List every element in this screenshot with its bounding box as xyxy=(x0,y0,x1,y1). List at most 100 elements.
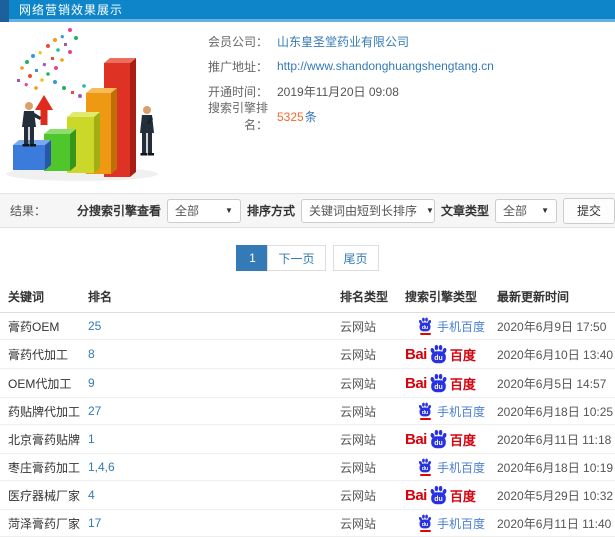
mobile-baidu-label: 手机百度 xyxy=(437,516,486,531)
rank-count-number: 5325 xyxy=(277,109,304,124)
rank-link[interactable]: 9 xyxy=(88,376,95,390)
info-row-site: 推广地址： http://www.shandonghuangshengtang.… xyxy=(190,58,615,74)
updated-cell: 2020年5月29日 10:32 xyxy=(489,480,615,510)
rank-count-unit-link[interactable]: 条 xyxy=(305,110,317,124)
baidu-paw-icon: du xyxy=(430,373,447,393)
keyword-cell: 医疗器械厂家 xyxy=(0,480,80,510)
rank-cell: 27 xyxy=(80,397,332,425)
mobile-baidu-underline xyxy=(419,530,431,532)
rank-link[interactable]: 1,4,6 xyxy=(88,460,115,474)
updated-cell: 2020年6月10日 13:40 xyxy=(489,339,615,369)
mobile-baidu-label: 手机百度 xyxy=(437,319,486,334)
last-page-button[interactable]: 尾页 xyxy=(332,245,379,271)
submit-button[interactable]: 提交 xyxy=(562,197,615,224)
table-body: 膏药OEM 25 云网站 Bai du 百度 xyxy=(0,312,615,537)
sort-select[interactable]: 关键词由短到长排序 ▼ xyxy=(300,198,435,223)
mobile-baidu-logo: du 手机百度 xyxy=(418,402,485,420)
rank-link[interactable]: 1 xyxy=(88,432,95,446)
mobile-baidu-underline xyxy=(419,418,431,420)
keyword-cell: 膏药OEM xyxy=(0,312,80,340)
rank-type-cell: 云网站 xyxy=(332,424,397,454)
updated-cell: 2020年6月5日 14:57 xyxy=(489,368,615,398)
businessman-right xyxy=(140,106,154,156)
svg-text:du: du xyxy=(434,440,442,447)
baidu-logo-suffix: 百度 xyxy=(449,376,476,392)
keyword-cell: 北京膏药贴牌 xyxy=(0,424,80,454)
mobile-baidu-icon: du xyxy=(418,317,432,335)
rank-type-cell: 云网站 xyxy=(332,480,397,510)
page-title: 网络营销效果展示 xyxy=(19,3,124,17)
page-button-current[interactable]: 1 xyxy=(236,245,269,271)
updated-cell: 2020年6月11日 11:18 xyxy=(489,424,615,454)
chevron-down-icon: ▼ xyxy=(225,206,233,215)
keyword-cell: OEM代加工 xyxy=(0,368,80,398)
engine-type-cell: Bai du 百度 xyxy=(397,453,489,481)
result-label: 结果： xyxy=(10,204,47,218)
rank-cell: 1 xyxy=(80,424,332,454)
baidu-paw-icon: du xyxy=(419,458,431,473)
engine-type-cell: Bai du 百度 xyxy=(397,339,489,369)
info-row-opened: 开通时间： 2019年11月20日 09:08 xyxy=(190,83,615,99)
baidu-logo: Bai du 百度 xyxy=(405,485,476,505)
rank-link[interactable]: 4 xyxy=(88,488,95,502)
baidu-logo-suffix: 百度 xyxy=(449,488,476,504)
svg-text:du: du xyxy=(422,325,428,331)
sort-selected: 关键词由短到长排序 xyxy=(308,204,417,218)
engine-type-cell: Bai du 百度 xyxy=(397,397,489,425)
article-type-select[interactable]: 全部 ▼ xyxy=(494,198,557,223)
mobile-baidu-icon: du xyxy=(418,514,432,532)
opened-time-value: 2019年11月20日 09:08 xyxy=(277,84,399,99)
svg-text:du: du xyxy=(422,410,428,416)
engine-type-cell: Bai du 百度 xyxy=(397,509,489,537)
table-row: 膏药OEM 25 云网站 Bai du 百度 xyxy=(0,312,615,340)
promotion-url-link[interactable]: http://www.shandonghuangshengtang.cn xyxy=(277,59,494,73)
info-section: 会员公司： 山东皇圣堂药业有限公司 推广地址： http://www.shand… xyxy=(0,22,615,188)
article-type-selected: 全部 xyxy=(502,204,527,218)
engine-view-label: 分搜索引擎查看 xyxy=(76,204,161,218)
svg-text:du: du xyxy=(422,522,428,528)
rank-link[interactable]: 25 xyxy=(88,319,101,333)
rank-link[interactable]: 8 xyxy=(88,347,95,361)
sort-label: 排序方式 xyxy=(246,204,295,218)
page-header: 网络营销效果展示 xyxy=(0,0,615,22)
table-row: 枣庄膏药加工 1,4,6 云网站 Bai du 百度 xyxy=(0,453,615,481)
table-row: 菏泽膏药厂家 17 云网站 Bai du 百度 xyxy=(0,509,615,537)
baidu-logo-text: Bai xyxy=(405,374,427,392)
engine-view-selected: 全部 xyxy=(174,204,199,218)
next-page-button[interactable]: 下一页 xyxy=(267,245,326,271)
column-header-rank-type: 排名类型 xyxy=(332,282,397,313)
updated-cell: 2020年6月18日 10:19 xyxy=(489,453,615,481)
engine-type-cell: Bai du 百度 xyxy=(397,312,489,340)
svg-text:du: du xyxy=(434,355,442,362)
pagination: 1 下一页 尾页 xyxy=(0,245,615,271)
mobile-baidu-logo: du 手机百度 xyxy=(418,514,485,532)
svg-text:du: du xyxy=(434,384,442,391)
column-header-updated: 最新更新时间 xyxy=(489,282,615,313)
member-company-link[interactable]: 山东皇圣堂药业有限公司 xyxy=(277,33,409,50)
growth-chart-illustration xyxy=(6,28,158,181)
keyword-rank-table: 关键词 排名 排名类型 搜索引擎类型 最新更新时间 膏药OEM 25 云网站 B… xyxy=(0,282,615,537)
engine-view-select[interactable]: 全部 ▼ xyxy=(166,198,241,223)
rank-cell: 4 xyxy=(80,480,332,510)
info-row-member: 会员公司： 山东皇圣堂药业有限公司 xyxy=(190,33,615,49)
table-header-row: 关键词 排名 排名类型 搜索引擎类型 最新更新时间 xyxy=(0,282,615,313)
header-accent-strip xyxy=(0,0,9,22)
baidu-logo-suffix: 百度 xyxy=(449,432,476,448)
rank-link[interactable]: 27 xyxy=(88,404,101,418)
member-label: 会员公司： xyxy=(207,34,268,49)
baidu-paw-icon: du xyxy=(419,514,431,529)
mobile-baidu-logo: du 手机百度 xyxy=(418,458,485,476)
mobile-baidu-underline xyxy=(419,474,431,476)
table-row: 药贴牌代加工 27 云网站 Bai du 百度 xyxy=(0,397,615,425)
chevron-down-icon: ▼ xyxy=(541,206,549,215)
baidu-paw-icon: du xyxy=(430,429,447,449)
mobile-baidu-icon: du xyxy=(418,458,432,476)
rank-cell: 17 xyxy=(80,509,332,537)
table-row: 膏药代加工 8 云网站 Bai du 百度 2020年6月10日 13:40 xyxy=(0,339,615,369)
baidu-logo: Bai du 百度 xyxy=(405,373,476,393)
rank-link[interactable]: 17 xyxy=(88,516,101,530)
rank-cell: 25 xyxy=(80,312,332,340)
rank-type-cell: 云网站 xyxy=(332,312,397,340)
baidu-paw-icon: du xyxy=(430,344,447,364)
baidu-logo: Bai du 百度 xyxy=(405,429,476,449)
